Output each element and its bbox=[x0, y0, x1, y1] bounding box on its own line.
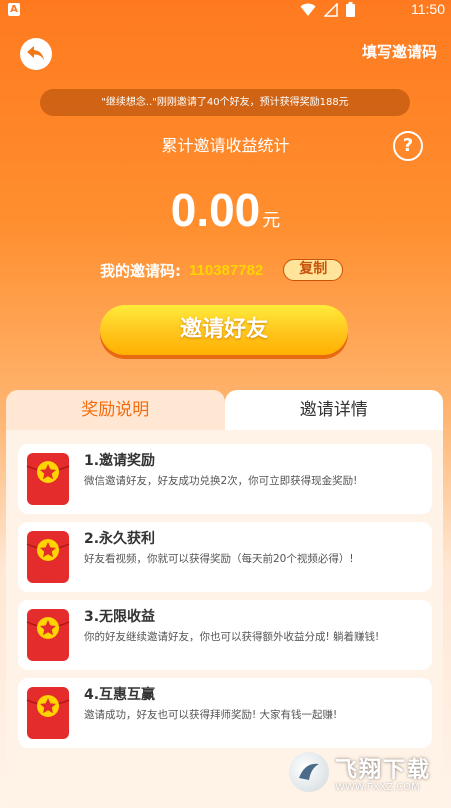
red-packet-star-icon bbox=[26, 531, 70, 583]
reward-card: 2.永久获利 好友看视频，你就可以获得奖励（每天前20个视频必得）! bbox=[18, 522, 432, 592]
tab-reward-description[interactable]: 奖励说明 bbox=[6, 390, 225, 430]
status-icons bbox=[300, 2, 355, 17]
status-time: 11:50 bbox=[411, 1, 445, 17]
reward-card: 3.无限收益 你的好友继续邀请好友，你也可以获得额外收益分成! 躺着赚钱! bbox=[18, 600, 432, 670]
tab-invite-details[interactable]: 邀请详情 bbox=[224, 390, 443, 430]
back-arrow-icon bbox=[27, 46, 44, 60]
watermark: 飞翔下载 WWW.FXXZ.COM bbox=[289, 742, 449, 802]
fill-invite-code-link[interactable]: 填写邀请码 bbox=[362, 41, 437, 62]
reward-card: 4.互惠互赢 邀请成功，好友也可以获得拜师奖励! 大家有钱一起赚! bbox=[18, 678, 432, 748]
reward-description: 你的好友继续邀请好友，你也可以获得额外收益分成! 躺着赚钱! bbox=[84, 631, 380, 643]
question-icon[interactable]: ? bbox=[393, 131, 423, 161]
invite-code-row: 我的邀请码: 110387782 复制 bbox=[100, 257, 344, 283]
earnings-amount: 0.00 元 bbox=[0, 183, 451, 237]
wifi-icon bbox=[300, 3, 316, 16]
stats-title: 累计邀请收益统计 bbox=[161, 136, 290, 155]
reward-description: 邀请成功，好友也可以获得拜师奖励! 大家有钱一起赚! bbox=[84, 709, 338, 721]
invite-code-label: 我的邀请码: bbox=[100, 261, 181, 280]
reward-card: 1.邀请奖励 微信邀请好友，好友成功兑换2次，你可立即获得现金奖励! bbox=[18, 444, 432, 514]
amount-unit: 元 bbox=[262, 210, 281, 231]
reward-description: 好友看视频，你就可以获得奖励（每天前20个视频必得）! bbox=[84, 553, 354, 565]
red-packet-star-icon bbox=[26, 687, 70, 739]
red-packet-star-icon bbox=[26, 609, 70, 661]
reward-title: 4.互惠互赢 bbox=[84, 687, 156, 703]
reward-title: 1.邀请奖励 bbox=[84, 453, 156, 469]
copy-button[interactable]: 复制 bbox=[283, 259, 344, 281]
signal-icon bbox=[324, 2, 338, 17]
watermark-text: 飞翔下载 WWW.FXXZ.COM bbox=[335, 752, 431, 793]
back-button[interactable] bbox=[20, 38, 52, 70]
watermark-url: WWW.FXXZ.COM bbox=[335, 781, 420, 793]
amount-value: 0.00 bbox=[170, 184, 261, 236]
invite-code-value: 110387782 bbox=[189, 261, 264, 279]
watermark-logo-icon bbox=[289, 752, 329, 792]
reward-title: 3.无限收益 bbox=[84, 609, 156, 625]
tab-bar: 奖励说明 邀请详情 bbox=[6, 390, 443, 430]
battery-icon bbox=[346, 2, 355, 17]
status-bar: A 11:50 bbox=[0, 0, 451, 20]
invite-ticker: "继续想念.."刚刚邀请了40个好友，预计获得奖励188元 bbox=[40, 89, 410, 116]
reward-description: 微信邀请好友，好友成功兑换2次，你可立即获得现金奖励! bbox=[84, 475, 358, 487]
watermark-title: 飞翔下载 bbox=[335, 757, 432, 783]
red-packet-star-icon bbox=[26, 453, 70, 505]
app-notification-icon: A bbox=[8, 3, 20, 16]
invite-friends-button[interactable]: 邀请好友 bbox=[100, 305, 348, 355]
reward-title: 2.永久获利 bbox=[84, 531, 156, 547]
